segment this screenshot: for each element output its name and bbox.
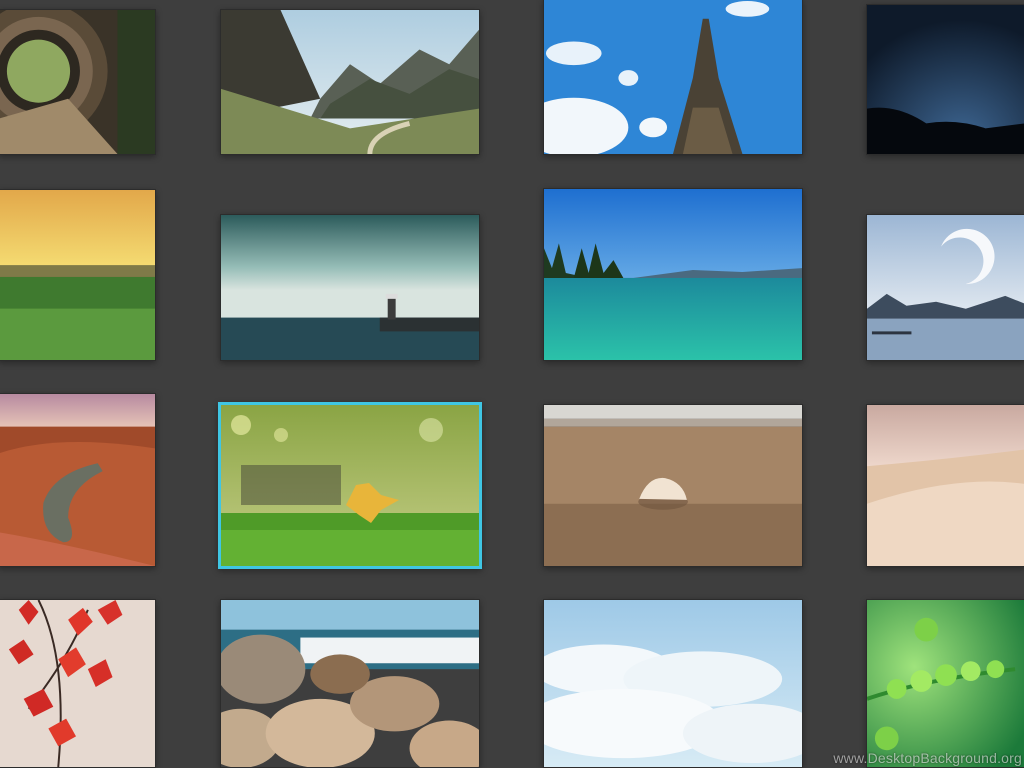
lake-image (544, 189, 802, 360)
seashell-image (544, 405, 802, 566)
mountain-image (221, 10, 479, 154)
thumbnail-beach-rocks[interactable] (220, 599, 480, 768)
leaf-image (221, 405, 479, 566)
fern-image (867, 600, 1024, 767)
lighthouse-image (221, 215, 479, 360)
eiffel-tower-image (544, 0, 802, 154)
field-image (0, 190, 155, 360)
maple-image (0, 600, 155, 767)
thumbnail-moon-lake[interactable] (866, 214, 1024, 361)
thumbnail-mountain-valley[interactable] (220, 9, 480, 155)
thumbnail-wheat-sunset[interactable] (0, 189, 156, 361)
rocks-image (221, 600, 479, 767)
thumbnail-autumn-leaf[interactable] (218, 402, 482, 569)
thumbnail-red-maple[interactable] (0, 599, 156, 768)
clouds-image (544, 600, 802, 767)
night-sky-image (867, 5, 1024, 154)
thumbnail-turquoise-lake[interactable] (543, 188, 803, 361)
moon-image (867, 215, 1024, 360)
thumbnail-lighthouse[interactable] (220, 214, 480, 361)
thumbnail-eiffel-tower[interactable] (543, 0, 803, 155)
thumbnail-green-fern[interactable] (866, 599, 1024, 768)
thumbnail-tunnel-path[interactable] (0, 9, 156, 155)
thumbnail-desert-dunes[interactable] (866, 404, 1024, 567)
thumbnail-night-sky[interactable] (866, 4, 1024, 155)
tunnel-image (0, 10, 155, 154)
thumbnail-clouds[interactable] (543, 599, 803, 768)
thumbnail-seashell-beach[interactable] (543, 404, 803, 567)
thumbnail-canyon-river[interactable] (0, 393, 156, 567)
desert-image (867, 405, 1024, 566)
watermark-text: www.DesktopBackground.org (833, 750, 1022, 766)
canyon-image (0, 394, 155, 566)
